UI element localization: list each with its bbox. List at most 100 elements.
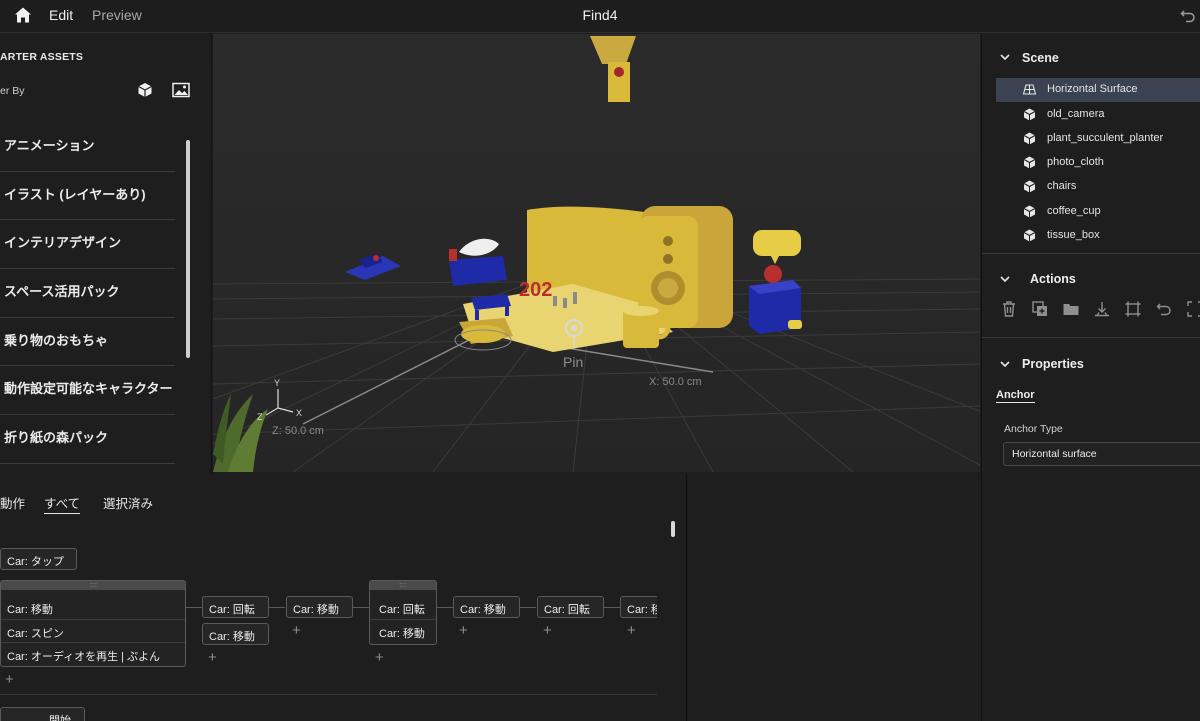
category-vehicle-toys[interactable]: 乗り物のおもちゃ <box>0 318 175 367</box>
properties-heading: Properties <box>1022 357 1084 371</box>
anchor-tab[interactable]: Anchor <box>996 389 1035 403</box>
connector <box>186 607 202 608</box>
scene-heading: Scene <box>1022 51 1059 65</box>
scene-item-label: old_camera <box>1047 108 1105 120</box>
empty-panel <box>688 474 980 721</box>
right-properties-panel: Scene Horizontal Surface old_camera plan… <box>981 34 1200 721</box>
trash-icon[interactable] <box>1000 300 1018 318</box>
category-interior-design[interactable]: インテリアデザイン <box>0 220 175 270</box>
asset-category-list: アニメーション イラスト (レイヤーあり) インテリアデザイン スペース活用パッ… <box>0 123 175 464</box>
add-icon[interactable]: + <box>5 671 14 688</box>
connector <box>604 607 620 608</box>
reset-icon[interactable] <box>1155 300 1173 318</box>
connector <box>353 607 369 608</box>
add-icon[interactable]: + <box>459 622 468 639</box>
action-row[interactable]: Car: 移動 <box>1 596 185 620</box>
filter-by-label: er By <box>0 85 25 97</box>
actions-heading: Actions <box>1030 272 1076 286</box>
action-chip[interactable]: Car: 移動 <box>202 623 269 645</box>
action-group[interactable]: :::: Car: 回転 Car: 移動 <box>369 580 437 645</box>
action-chip[interactable]: Car: 移動 <box>453 596 520 618</box>
anchor-type-label: Anchor Type <box>1004 423 1063 435</box>
behaviors-scrollbar[interactable] <box>671 521 675 537</box>
add-icon[interactable]: + <box>375 649 384 666</box>
action-group[interactable]: :::: Car: 移動 Car: スピン Car: オーディオを再生 | ぷよ… <box>0 580 186 667</box>
action-row[interactable]: Car: スピン <box>1 620 185 643</box>
surface-icon <box>1023 84 1036 95</box>
scene-item-label: tissue_box <box>1047 229 1100 241</box>
assets-panel-title: ARTER ASSETS <box>0 51 84 63</box>
place-on-ground-icon[interactable] <box>1093 300 1111 318</box>
scene-chevron-icon[interactable] <box>1000 52 1010 62</box>
cube-icon <box>1023 156 1036 169</box>
category-illustration-layers[interactable]: イラスト (レイヤーあり) <box>0 172 175 221</box>
scene-item-coffee-cup[interactable]: coffee_cup <box>996 200 1200 224</box>
scene-item-label: plant_succulent_planter <box>1047 132 1164 144</box>
action-chip[interactable]: Car: 移 <box>620 596 657 618</box>
action-chip[interactable]: Car: 移動 <box>286 596 353 618</box>
document-title: Find4 <box>582 7 618 23</box>
scene-viewport[interactable]: 202 Pin X: 50.0 cm Z: 50.0 cm Y X Z <box>213 34 980 472</box>
folder-icon[interactable] <box>1062 300 1080 318</box>
category-characters[interactable]: 動作設定可能なキャラクター <box>0 366 175 416</box>
viewport-canvas[interactable]: 202 Pin X: 50.0 cm Z: 50.0 cm Y X Z <box>213 34 980 472</box>
add-icon[interactable]: + <box>292 622 301 639</box>
assets-scrollbar[interactable] <box>186 140 190 358</box>
transform-icon[interactable] <box>1124 300 1142 318</box>
cube-icon <box>1023 205 1036 218</box>
expand-icon[interactable] <box>1186 300 1200 318</box>
scene-item-label: photo_cloth <box>1047 156 1104 168</box>
duplicate-icon[interactable] <box>1031 300 1049 318</box>
anchor-type-select[interactable]: Horizontal surface <box>1003 442 1200 466</box>
action-row[interactable]: Car: オーディオを再生 | ぷよん <box>1 643 185 666</box>
drag-handle-icon[interactable]: :::: <box>1 581 185 590</box>
scene-item-label: Horizontal Surface <box>1047 83 1138 95</box>
drag-handle-icon[interactable]: :::: <box>370 581 436 590</box>
category-space-pack[interactable]: スペース活用パック <box>0 269 175 318</box>
cube-icon <box>1023 132 1036 145</box>
connector <box>269 607 285 608</box>
axis-y-label: Y <box>274 378 280 388</box>
action-row[interactable]: Car: 回転 <box>370 596 436 620</box>
cube-icon <box>1023 180 1036 193</box>
action-chip[interactable]: Car: 回転 <box>202 596 269 618</box>
category-animation[interactable]: アニメーション <box>0 123 175 172</box>
trigger-chip[interactable]: Car: タップ <box>0 548 77 570</box>
z-measure-label: Z: 50.0 cm <box>272 425 324 437</box>
x-measure-label: X: 50.0 cm <box>649 376 702 388</box>
add-icon[interactable]: + <box>543 622 552 639</box>
scene-item-tissue-box[interactable]: tissue_box <box>996 224 1200 248</box>
add-icon[interactable]: + <box>627 622 636 639</box>
add-icon[interactable]: + <box>208 649 217 666</box>
image-icon[interactable] <box>172 82 190 98</box>
behaviors-panel: 動作 すべて 選択済み Car: タップ :::: Car: 移動 Car: ス… <box>0 474 687 721</box>
scene-item-label: chairs <box>1047 180 1077 192</box>
scene-item-label: coffee_cup <box>1047 205 1101 217</box>
actions-chevron-icon[interactable] <box>1000 274 1010 284</box>
divider <box>0 694 657 695</box>
next-trigger-chip[interactable]: 開始 <box>0 707 85 721</box>
cube-icon <box>1023 229 1036 242</box>
connector <box>437 607 453 608</box>
connector <box>520 607 536 608</box>
undo-icon[interactable] <box>1180 7 1196 23</box>
cake-number-text: 202 <box>519 279 552 301</box>
behaviors-heading: 動作 <box>0 497 26 511</box>
action-row[interactable]: Car: 移動 <box>370 620 436 644</box>
divider <box>982 253 1200 254</box>
starter-assets-panel: ARTER ASSETS er By アニメーション イラスト (レイヤーあり)… <box>0 34 212 474</box>
properties-chevron-icon[interactable] <box>1000 359 1010 369</box>
category-origami-forest[interactable]: 折り紙の森パック <box>0 415 175 464</box>
cube-icon[interactable] <box>137 82 153 98</box>
tab-all[interactable]: すべて <box>44 493 81 514</box>
action-chip[interactable]: Car: 回転 <box>537 596 604 618</box>
scene-item-plant[interactable]: plant_succulent_planter <box>996 127 1200 151</box>
scene-item-old-camera[interactable]: old_camera <box>996 103 1200 127</box>
scene-item-photo-cloth[interactable]: photo_cloth <box>996 151 1200 175</box>
pin-label: Pin <box>563 354 583 370</box>
axis-z-label: Z <box>257 412 263 422</box>
top-bar: Edit Preview Find4 <box>0 0 1200 33</box>
scene-item-chairs[interactable]: chairs <box>996 175 1200 199</box>
tab-selected[interactable]: 選択済み <box>103 493 153 512</box>
scene-item-horizontal-surface[interactable]: Horizontal Surface <box>996 78 1200 102</box>
